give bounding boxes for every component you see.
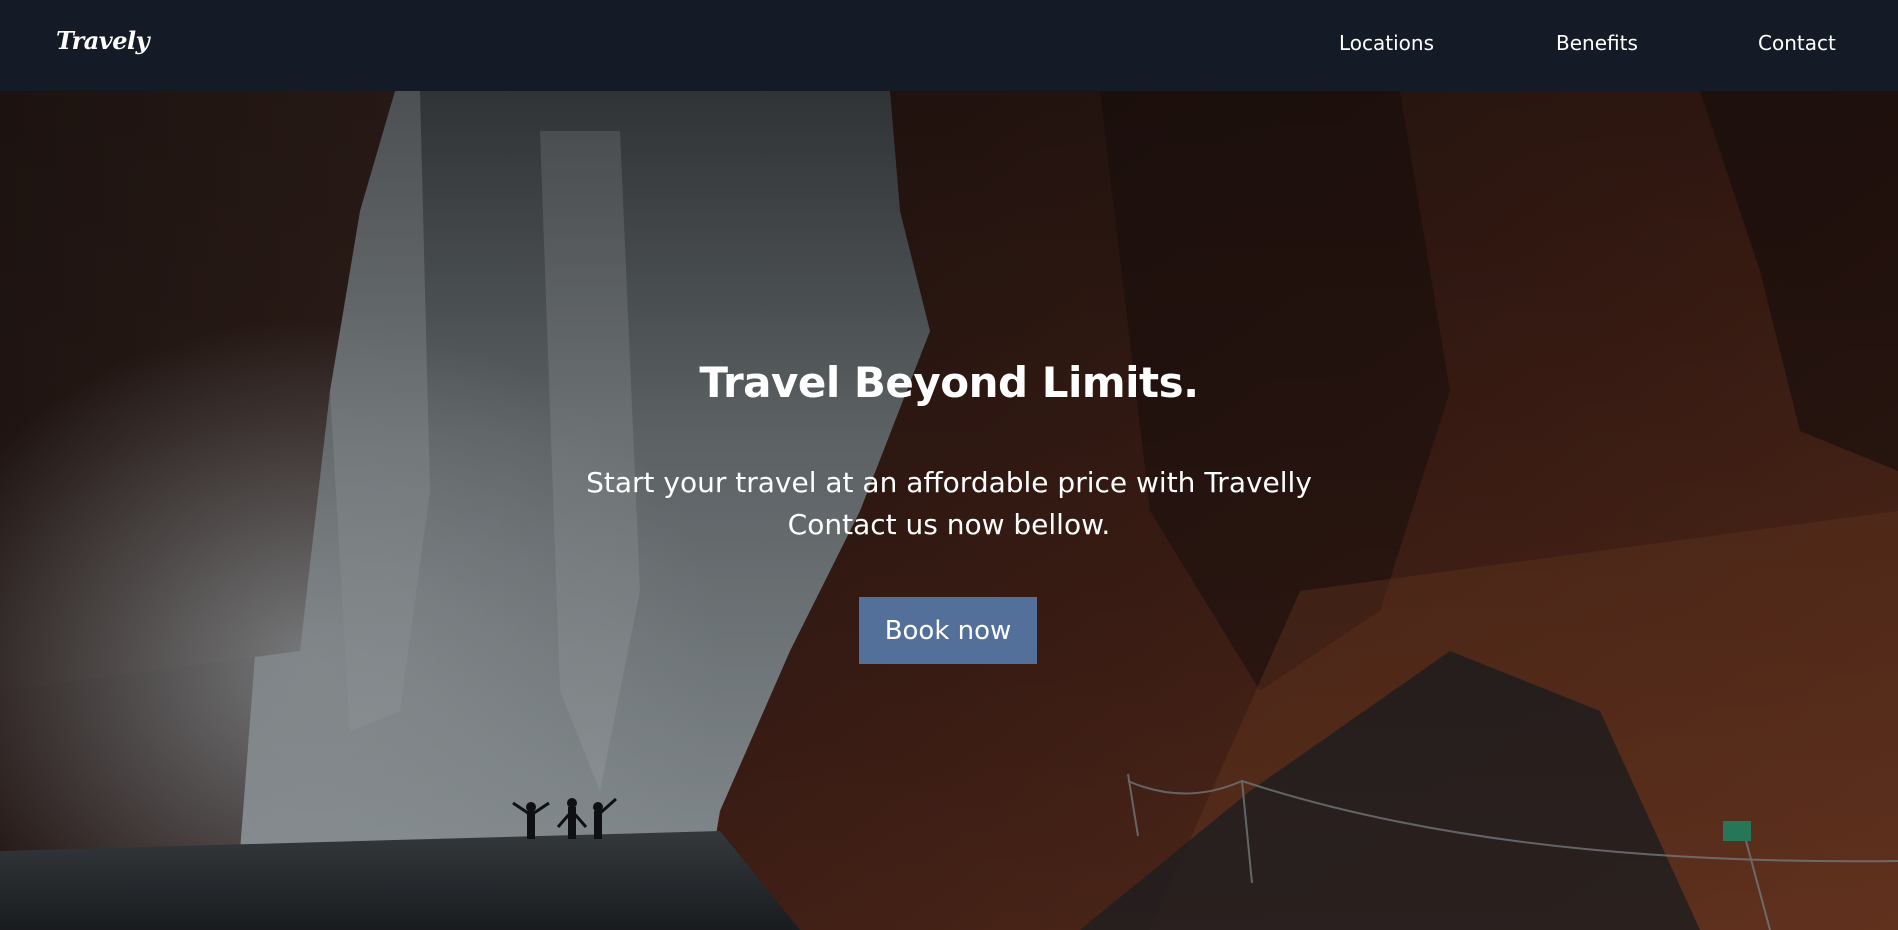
- hero-subtitle-line1: Start your travel at an affordable price…: [586, 466, 1312, 499]
- nav-link-benefits[interactable]: Benefits: [1556, 31, 1638, 55]
- nav-link-locations[interactable]: Locations: [1339, 31, 1434, 55]
- nav-link-contact[interactable]: Contact: [1758, 31, 1836, 55]
- book-now-button[interactable]: Book now: [859, 597, 1037, 664]
- hero-subtitle-line2: Contact us now bellow.: [787, 508, 1111, 541]
- brand-logo[interactable]: Travely: [56, 26, 150, 55]
- hero-content: Travel Beyond Limits. Start your travel …: [0, 91, 1898, 930]
- hero-section: Travel Beyond Limits. Start your travel …: [0, 91, 1898, 930]
- top-navbar: Travely Locations Benefits Contact: [0, 0, 1898, 91]
- hero-title: Travel Beyond Limits.: [699, 358, 1199, 407]
